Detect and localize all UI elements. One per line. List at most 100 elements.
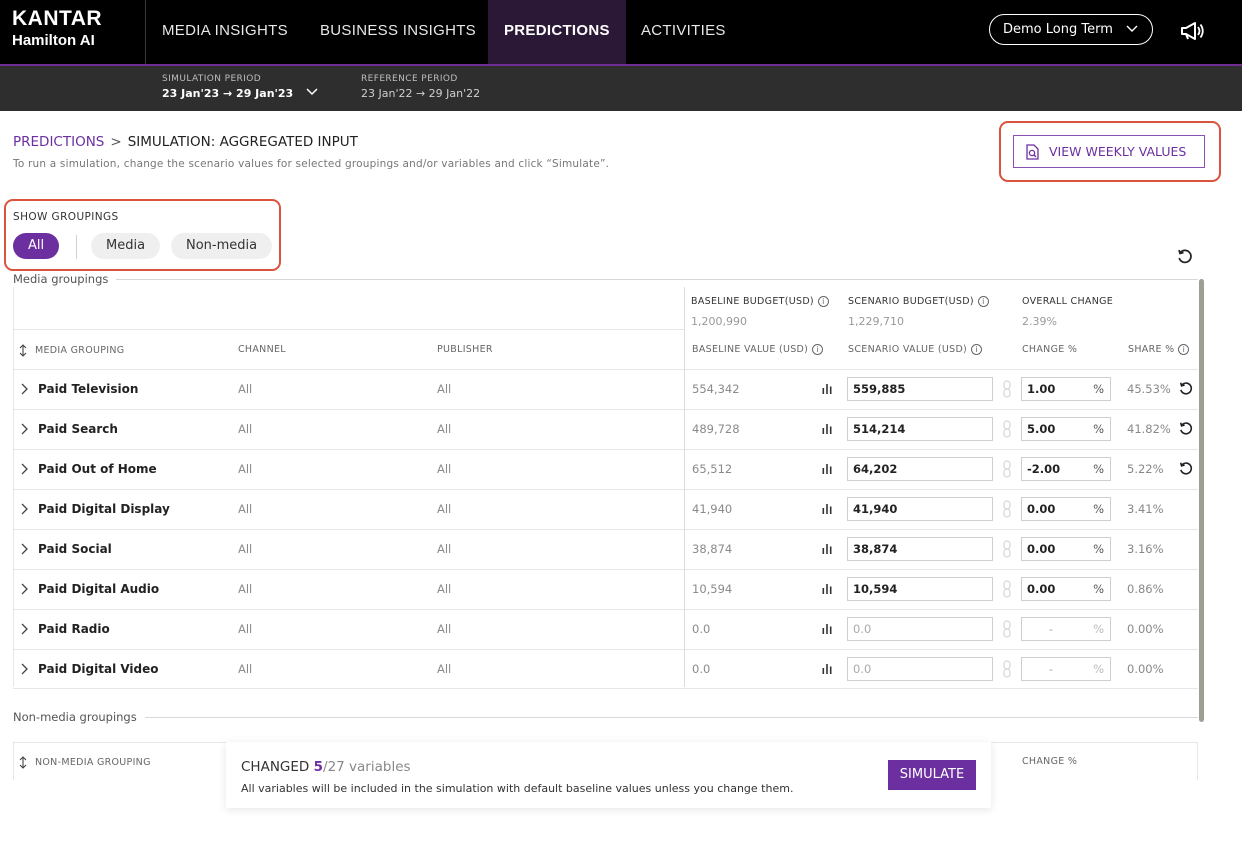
grouping-nonmedia-button[interactable]: Non-media [171,233,273,259]
simulate-button[interactable]: SIMULATE [888,760,976,790]
scenario-value-input[interactable]: 41,940 [847,497,993,521]
media-grouping-name[interactable]: Paid Out of Home [38,449,157,489]
bar-chart-icon[interactable] [822,383,832,394]
bar-chart-icon[interactable] [822,543,832,554]
scenario-value-input[interactable]: 0.0 [847,617,993,641]
change-pct-input[interactable]: -% [1021,657,1111,681]
link-icon[interactable] [1002,620,1012,638]
channel-cell: All [238,542,253,556]
scenario-budget-value: 1,229,710 [848,315,904,328]
bar-chart-icon[interactable] [822,423,832,434]
breadcrumb-predictions[interactable]: PREDICTIONS [13,134,104,150]
chevron-right-icon[interactable] [20,623,28,635]
media-grouping-name[interactable]: Paid Television [38,369,138,409]
scenario-value-input[interactable]: 64,202 [847,457,993,481]
brand-logo[interactable]: KANTAR Hamilton AI [12,8,102,48]
bar-chart-icon[interactable] [822,583,832,594]
tab-business-insights[interactable]: BUSINESS INSIGHTS [304,0,492,64]
info-icon[interactable]: i [971,344,983,355]
share-pct-cell: 3.16% [1127,542,1164,556]
change-pct-input[interactable]: 0.00% [1021,537,1111,561]
channel-cell: All [238,582,253,596]
change-pct-header: CHANGE % [1022,344,1078,355]
change-pct-input[interactable]: -% [1021,617,1111,641]
media-grouping-name[interactable]: Paid Digital Display [38,489,170,529]
grouping-media-button[interactable]: Media [91,233,161,259]
publisher-header: PUBLISHER [437,344,493,355]
channel-cell: All [238,502,253,516]
chevron-right-icon[interactable] [20,543,28,555]
period-bar: SIMULATION PERIOD 23 Jan'23 → 29 Jan'23 … [0,66,1242,111]
breadcrumb: PREDICTIONS > SIMULATION: AGGREGATED INPUT [13,134,358,150]
reference-period-label: REFERENCE PERIOD [361,74,458,84]
change-pct-input[interactable]: -2.00% [1021,457,1111,481]
share-pct-cell: 0.86% [1127,582,1164,596]
sort-nonmedia-header[interactable]: NON-MEDIA GROUPING [19,756,151,769]
link-icon[interactable] [1002,380,1012,398]
info-icon[interactable]: i [977,296,989,307]
simulate-note: All variables will be included in the si… [241,782,794,795]
bar-chart-icon[interactable] [822,463,832,474]
change-pct-input[interactable]: 0.00% [1021,497,1111,521]
link-icon[interactable] [1002,540,1012,558]
info-icon[interactable]: i [1178,344,1190,355]
chevron-right-icon[interactable] [20,583,28,595]
megaphone-icon[interactable] [1180,20,1206,42]
table-row: Paid Search All All 489,728 514,214 5.00% 41.8… [13,409,1198,449]
reset-all-icon[interactable] [1176,248,1194,266]
grouping-all-button[interactable]: All [13,233,60,259]
project-dropdown[interactable]: Demo Long Term [989,14,1153,45]
tab-activities[interactable]: ACTIVITIES [625,0,742,64]
change-pct-input[interactable]: 1.00% [1021,377,1111,401]
link-icon[interactable] [1002,420,1012,438]
bar-chart-icon[interactable] [822,623,832,634]
baseline-value-cell: 65,512 [692,462,733,476]
sort-grouping-header[interactable]: MEDIA GROUPING [19,344,124,357]
simulate-panel: CHANGED 5/27 variables All variables wil… [226,742,991,808]
chevron-down-icon [306,88,318,96]
table-row: Paid Digital Display All All 41,940 41,940 0.… [13,489,1198,529]
channel-header: CHANNEL [238,344,286,355]
reset-row-icon[interactable] [1178,421,1194,437]
scenario-value-input[interactable]: 10,594 [847,577,993,601]
view-weekly-values-button[interactable]: VIEW WEEKLY VALUES [1013,135,1205,168]
vertical-scrollbar[interactable] [1199,279,1204,722]
chevron-right-icon[interactable] [20,463,28,475]
chevron-right-icon[interactable] [20,663,28,675]
tab-media-insights[interactable]: MEDIA INSIGHTS [146,0,304,64]
publisher-cell: All [437,382,452,396]
chevron-right-icon[interactable] [20,423,28,435]
scenario-value-input[interactable]: 514,214 [847,417,993,441]
brand-name: KANTAR [12,7,103,30]
link-icon[interactable] [1002,460,1012,478]
chevron-right-icon[interactable] [20,503,28,515]
scenario-value-input[interactable]: 559,885 [847,377,993,401]
scenario-budget-label: SCENARIO BUDGET(USD) i [848,296,989,307]
info-icon[interactable]: i [817,296,829,307]
change-pct-input[interactable]: 0.00% [1021,577,1111,601]
change-pct-input[interactable]: 5.00% [1021,417,1111,441]
bar-chart-icon[interactable] [822,503,832,514]
simulation-period[interactable]: SIMULATION PERIOD 23 Jan'23 → 29 Jan'23 [162,74,319,100]
nonmedia-change-header: CHANGE % [1022,756,1078,767]
link-icon[interactable] [1002,580,1012,598]
chevron-right-icon[interactable] [20,383,28,395]
media-grouping-name[interactable]: Paid Digital Audio [38,569,159,609]
tab-predictions[interactable]: PREDICTIONS [488,0,626,64]
media-grouping-name[interactable]: Paid Search [38,409,118,449]
link-icon[interactable] [1002,660,1012,678]
media-grouping-name[interactable]: Paid Digital Video [38,649,159,689]
scenario-value-input[interactable]: 38,874 [847,537,993,561]
baseline-value-cell: 0.0 [692,662,711,676]
simulation-period-label: SIMULATION PERIOD [162,74,262,84]
reset-row-icon[interactable] [1178,461,1194,477]
publisher-cell: All [437,542,452,556]
bar-chart-icon[interactable] [822,663,832,674]
link-icon[interactable] [1002,500,1012,518]
sort-icon [19,344,27,357]
media-grouping-name[interactable]: Paid Social [38,529,112,569]
info-icon[interactable]: i [812,344,824,355]
reset-row-icon[interactable] [1178,381,1194,397]
scenario-value-input[interactable]: 0.0 [847,657,993,681]
media-grouping-name[interactable]: Paid Radio [38,609,110,649]
